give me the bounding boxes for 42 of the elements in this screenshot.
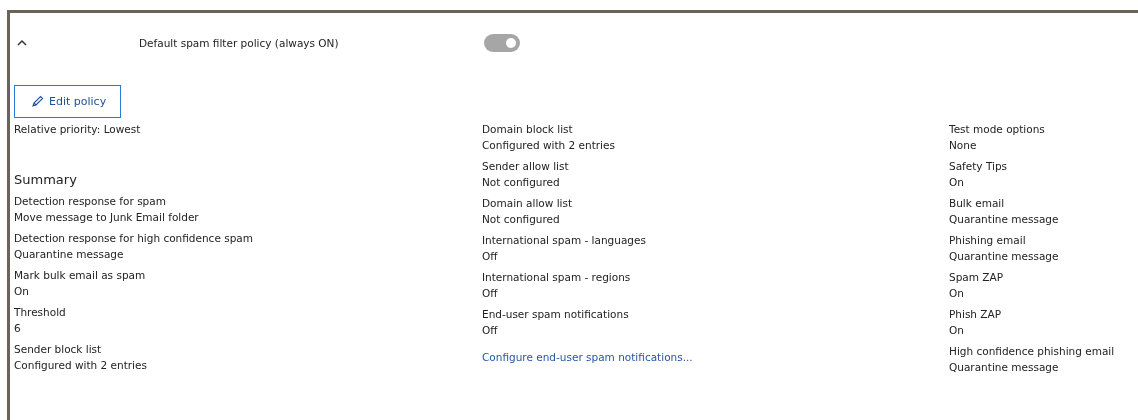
setting-value: Not configured	[482, 176, 561, 188]
setting-label: Detection response for spam	[14, 195, 167, 207]
setting-label: Spam ZAP	[949, 271, 1005, 283]
setting-value: Configured with 2 entries	[482, 139, 616, 151]
setting-value: Quarantine message	[949, 250, 1060, 262]
setting-label: International spam - regions	[482, 271, 632, 283]
section-heading: Summary	[14, 172, 78, 187]
setting-label: Domain allow list	[482, 197, 574, 209]
setting-label: Sender block list	[14, 343, 103, 355]
setting-value: Quarantine message	[949, 213, 1060, 225]
setting-label: Threshold	[14, 306, 67, 318]
policy-title: Default spam filter policy (always ON)	[139, 37, 340, 49]
setting-label: High confidence phishing email	[949, 345, 1116, 357]
edit-policy-button[interactable]: Edit policy	[14, 85, 122, 118]
setting-label: Phish ZAP	[949, 308, 1003, 320]
setting-label: Sender allow list	[482, 160, 570, 172]
setting-value: On	[949, 324, 965, 336]
setting-value: Move message to Junk Email folder	[14, 211, 200, 223]
setting-value: On	[949, 287, 965, 299]
priority-text: Relative priority: Lowest	[14, 123, 142, 135]
setting-value: Off	[482, 287, 499, 299]
setting-label: International spam - languages	[482, 234, 647, 246]
setting-value: Quarantine message	[14, 248, 125, 260]
setting-value: On	[949, 176, 965, 188]
setting-value: Configured with 2 entries	[14, 359, 148, 371]
setting-value: Off	[482, 250, 499, 262]
setting-label: Detection response for high confidence spam	[14, 232, 254, 244]
setting-label: Mark bulk email as spam	[14, 269, 147, 281]
setting-value: Off	[482, 324, 499, 336]
setting-label: Phishing email	[949, 234, 1027, 246]
setting-label: Domain block list	[482, 123, 574, 135]
pencil-icon	[31, 95, 44, 108]
setting-label: Test mode options	[949, 123, 1046, 135]
setting-value: None	[949, 139, 978, 151]
setting-label: Safety Tips	[949, 160, 1009, 172]
setting-label: End-user spam notifications	[482, 308, 630, 320]
setting-value: On	[14, 285, 30, 297]
setting-label: Bulk email	[949, 197, 1006, 209]
configure-link[interactable]: Configure end-user spam notifications...	[482, 351, 945, 363]
setting-value: Not configured	[482, 213, 561, 225]
setting-value: 6	[14, 322, 22, 334]
setting-value: Quarantine message	[949, 361, 1060, 373]
